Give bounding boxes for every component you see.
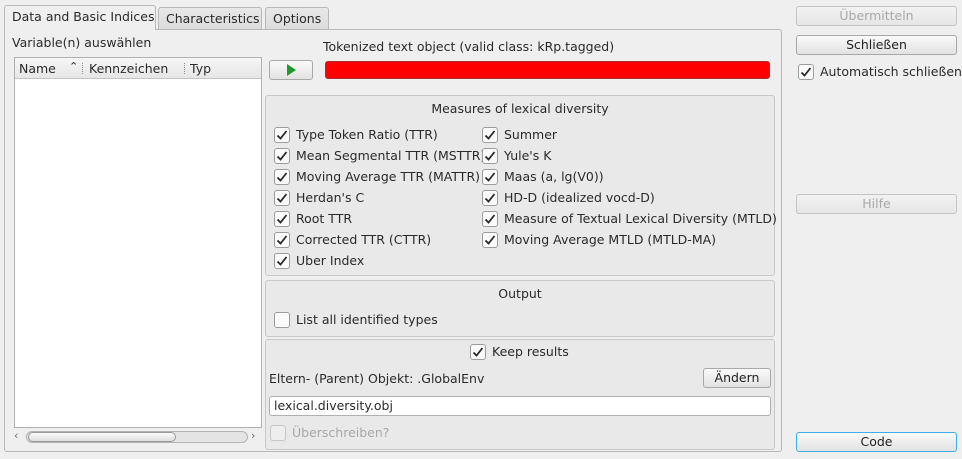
checkbox-label: Moving Average TTR (MATTR) [296, 169, 481, 184]
object-name-input[interactable]: lexical.diversity.obj [269, 396, 771, 416]
column-name-header[interactable]: Name [19, 61, 56, 76]
checkbox-label: HD-D (idealized vocd-D) [504, 190, 655, 205]
checkbox-label: Maas (a, lg(V0)) [504, 169, 604, 184]
checkbox-label: Moving Average MTLD (MTLD-MA) [504, 232, 717, 247]
checkbox-label: Type Token Ratio (TTR) [296, 127, 438, 142]
close-button[interactable]: Schließen [796, 35, 957, 55]
checkbox-label: Measure of Textual Lexical Diversity (MT… [504, 211, 777, 226]
checkbox-label: Root TTR [296, 211, 353, 226]
checkbox-label: Uber Index [296, 253, 365, 268]
variable-list[interactable]: Name ⌃ Kennzeichen Typ [14, 57, 262, 428]
change-parent-button[interactable]: Ändern [703, 368, 771, 388]
checkbox-box[interactable] [482, 190, 498, 206]
checkbox-box[interactable] [274, 190, 290, 206]
checkbox-label: Summer [504, 127, 558, 142]
parent-object-label: Eltern- (Parent) Objekt: .GlobalEnv [269, 371, 485, 386]
checkbox-box[interactable] [274, 211, 290, 227]
token-object-label: Tokenized text object (valid class: kRp.… [323, 39, 615, 54]
checkmark-icon [484, 214, 496, 224]
checkbox-box[interactable] [482, 127, 498, 143]
output-title: Output [498, 286, 542, 301]
checkbox-label: Mean Segmental TTR (MSTTR) [296, 148, 486, 163]
checkbox-box[interactable] [274, 148, 290, 164]
checkmark-icon [276, 214, 288, 224]
checkbox-label: Yule's K [504, 148, 552, 163]
column-typ-header[interactable]: Typ [190, 61, 211, 76]
measures-title: Measures of lexical diversity [431, 101, 609, 116]
play-arrow-icon [287, 64, 296, 76]
checkbox-box[interactable] [274, 169, 290, 185]
checkmark-icon [276, 130, 288, 140]
checkmark-icon [276, 193, 288, 203]
variable-list-header: Name ⌃ Kennzeichen Typ [15, 58, 261, 79]
code-button[interactable]: Code [796, 432, 957, 452]
checkmark-icon [800, 67, 812, 77]
checkbox-box[interactable] [470, 344, 486, 360]
checkbox-box[interactable] [482, 232, 498, 248]
tab-characteristics[interactable]: Characteristics [158, 7, 262, 29]
checkbox-box[interactable] [274, 253, 290, 269]
tab-label: Data and Basic Indices [12, 9, 155, 24]
variable-select-label: Variable(n) auswählen [12, 35, 152, 50]
checkmark-icon [484, 193, 496, 203]
scrollbar-thumb[interactable] [28, 432, 176, 442]
tab-data-and-basic-indices[interactable]: Data and Basic Indices [4, 5, 156, 30]
checkbox-label: Keep results [492, 344, 569, 359]
checkbox-box[interactable] [274, 127, 290, 143]
checkbox-box[interactable] [798, 64, 814, 80]
checkmark-icon [276, 172, 288, 182]
checkbox-box[interactable] [274, 232, 290, 248]
checkmark-icon [276, 151, 288, 161]
checkbox-box[interactable] [482, 211, 498, 227]
object-status-bar [325, 61, 770, 79]
horizontal-scrollbar[interactable]: ‹ › [14, 429, 262, 444]
checkbox-box[interactable] [482, 148, 498, 164]
checkbox-label: Überschreiben? [292, 425, 390, 440]
checkmark-icon [484, 172, 496, 182]
checkmark-icon [276, 235, 288, 245]
checkbox-label: List all identified types [296, 312, 438, 327]
tab-label: Options [273, 11, 322, 26]
checkmark-icon [472, 347, 484, 357]
tab-label: Characteristics [166, 11, 260, 26]
help-button[interactable]: Hilfe [796, 194, 957, 214]
checkmark-icon [484, 151, 496, 161]
tab-options[interactable]: Options [265, 7, 329, 29]
column-separator [184, 63, 185, 74]
checkbox-label: Herdan's C [296, 190, 365, 205]
checkbox-box[interactable] [274, 312, 290, 328]
checkmark-icon [484, 235, 496, 245]
submit-button[interactable]: Übermitteln [796, 6, 957, 26]
checkbox-label: Automatisch schließen [820, 64, 962, 79]
checkbox-box[interactable] [482, 169, 498, 185]
checkmark-icon [276, 256, 288, 266]
scroll-left-icon[interactable]: ‹ [14, 429, 18, 442]
checkmark-icon [484, 130, 496, 140]
sort-ascending-icon: ⌃ [69, 60, 79, 73]
select-object-button[interactable] [269, 60, 313, 80]
checkbox-label: Corrected TTR (CTTR) [296, 232, 432, 247]
checkbox-box[interactable] [270, 425, 286, 441]
column-kennzeichen-header[interactable]: Kennzeichen [89, 61, 168, 76]
column-separator [82, 63, 83, 74]
scroll-right-icon[interactable]: › [251, 429, 255, 442]
